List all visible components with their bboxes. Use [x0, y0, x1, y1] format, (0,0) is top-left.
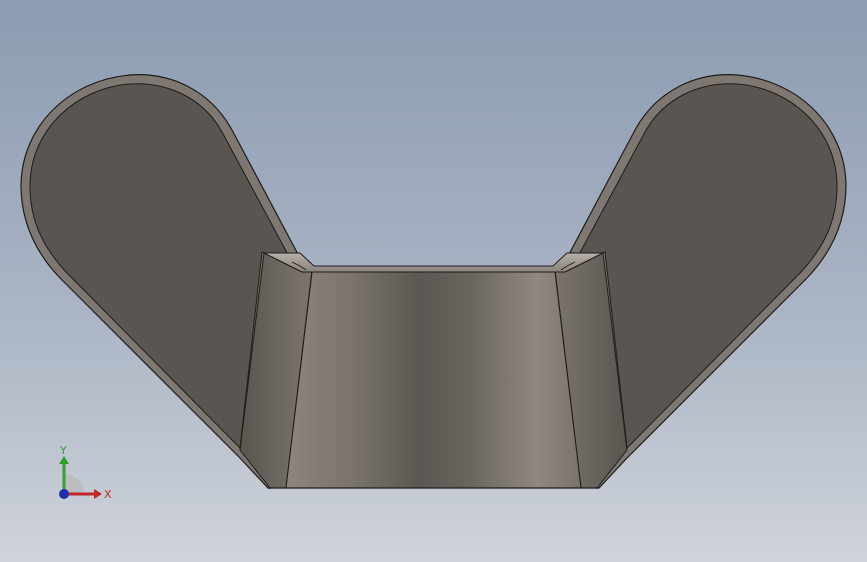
model-view[interactable]	[0, 0, 867, 562]
triad-z-axis	[59, 489, 69, 499]
triad-y-label: Y	[59, 444, 67, 457]
triad-x-arrow	[94, 489, 102, 499]
triad-y-arrow	[59, 456, 69, 464]
graphics-viewport[interactable]: Y X	[0, 0, 867, 562]
view-triad[interactable]: Y X	[46, 440, 116, 510]
triad-x-label: X	[104, 488, 112, 501]
hub-front-face	[285, 271, 582, 489]
